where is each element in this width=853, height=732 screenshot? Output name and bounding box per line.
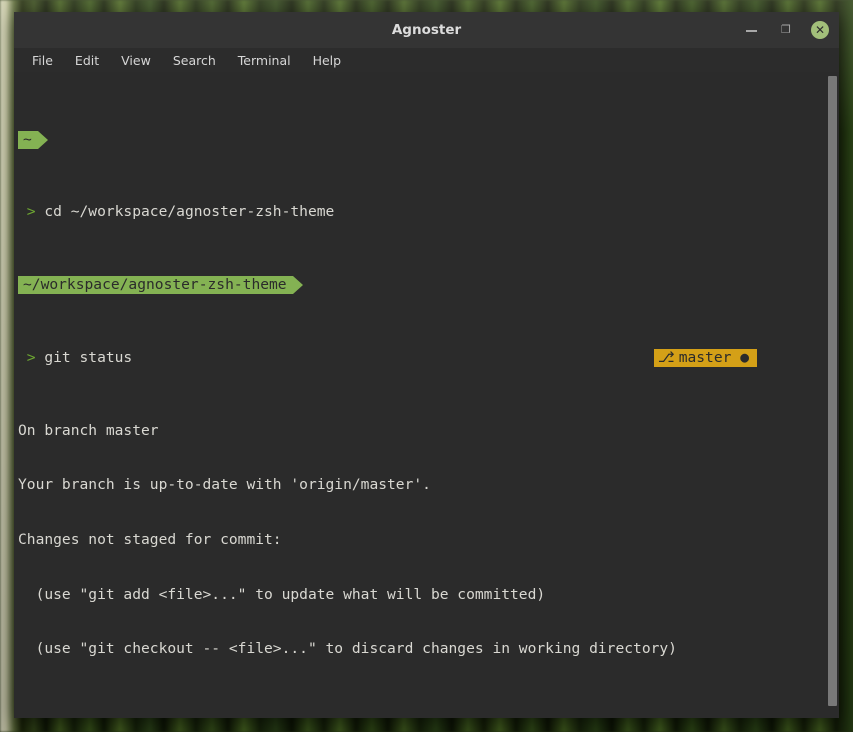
title-bar[interactable]: Agnoster ❐ ✕ [14, 12, 839, 48]
menu-item-file[interactable]: File [32, 53, 53, 68]
terminal-output[interactable]: ~ > cd ~/workspace/agnoster-zsh-theme ~/… [14, 72, 825, 718]
prompt-line-path-1: ~/workspace/agnoster-zsh-theme [18, 276, 825, 295]
maximize-button[interactable]: ❐ [777, 21, 795, 39]
menu-item-terminal[interactable]: Terminal [238, 53, 291, 68]
output-line: (use "git checkout -- <file>..." to disc… [18, 640, 677, 658]
maximize-icon: ❐ [781, 23, 791, 36]
menu-item-help[interactable]: Help [313, 53, 342, 68]
window-controls: ❐ ✕ [743, 12, 829, 48]
output-line: Your branch is up-to-date with 'origin/m… [18, 476, 431, 494]
terminal-window: Agnoster ❐ ✕ File Edit View Search Termi… [14, 12, 839, 718]
git-branch-icon: ⎇ [657, 349, 675, 366]
output-line: On branch master [18, 421, 159, 439]
command-text-git-status: git status [44, 349, 133, 366]
output-line: (use "git add <file>..." to update what … [18, 585, 546, 603]
output-line-blank [18, 695, 825, 713]
close-icon: ✕ [811, 21, 829, 39]
output-line: Changes not staged for commit: [18, 530, 282, 548]
menu-item-view[interactable]: View [121, 53, 151, 68]
command-line-cd: > cd ~/workspace/agnoster-zsh-theme [18, 203, 825, 221]
minimize-icon [746, 30, 757, 32]
window-title: Agnoster [391, 22, 462, 38]
terminal-viewport[interactable]: ~ > cd ~/workspace/agnoster-zsh-theme ~/… [14, 72, 839, 718]
terminal-scrollbar[interactable] [825, 72, 839, 718]
prompt-segment-path: ~/workspace/agnoster-zsh-theme [18, 276, 303, 295]
prompt-segment-home: ~ [18, 130, 48, 149]
git-branch-name: master [669, 349, 741, 366]
close-button[interactable]: ✕ [811, 21, 829, 39]
command-text-cd: cd ~/workspace/agnoster-zsh-theme [44, 203, 335, 221]
prompt-char: > [18, 349, 45, 366]
minimize-button[interactable] [743, 21, 761, 39]
menu-item-edit[interactable]: Edit [75, 53, 99, 68]
prompt-line-home: ~ [18, 130, 825, 149]
menu-bar: File Edit View Search Terminal Help [14, 48, 839, 72]
menu-item-search[interactable]: Search [173, 53, 216, 68]
prompt-char: > [18, 203, 45, 221]
git-dirty-icon: ● [740, 349, 749, 366]
command-line-git-status: > git status ⎇ master ● [18, 349, 825, 367]
git-segment-dirty-1: ⎇ master ● [653, 349, 757, 367]
scrollbar-thumb[interactable] [828, 76, 837, 706]
